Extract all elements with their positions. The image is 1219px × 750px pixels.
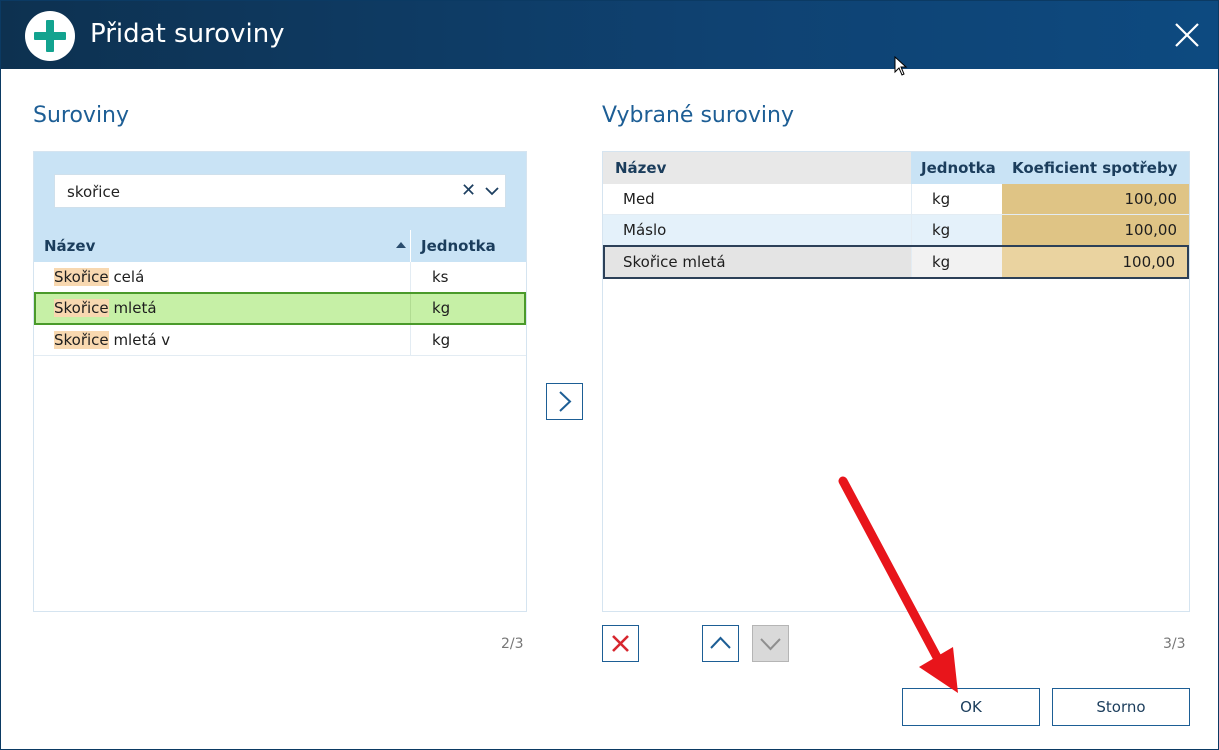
cancel-button[interactable]: Storno xyxy=(1052,688,1190,726)
column-header-unit[interactable]: Jednotka xyxy=(911,152,1002,184)
left-counter: 2/3 xyxy=(501,636,524,652)
row-name: Skořice mletá xyxy=(623,253,726,271)
delete-x-icon xyxy=(612,635,629,652)
row-unit: kg xyxy=(932,253,951,271)
clear-icon[interactable]: ✕ xyxy=(461,180,476,201)
plus-circle-icon xyxy=(25,11,75,61)
sort-ascending-icon xyxy=(396,242,406,248)
title-bar: Přidat suroviny xyxy=(1,1,1218,69)
item-unit: kg xyxy=(432,299,451,317)
right-counter: 3/3 xyxy=(1163,636,1186,652)
item-name: Skořice mletá v xyxy=(54,331,171,349)
selected-ingredients-panel: Název Jednotka Koeficient spotřeby Med k… xyxy=(602,151,1190,612)
row-unit: kg xyxy=(932,190,951,208)
list-item[interactable]: Skořice mletá v kg xyxy=(34,325,526,356)
ingredients-heading: Suroviny xyxy=(33,103,130,128)
ok-button[interactable]: OK xyxy=(902,688,1040,726)
row-name: Med xyxy=(623,190,655,208)
column-header-name[interactable]: Název xyxy=(615,159,666,177)
list-item-selected[interactable]: Skořice mletá kg xyxy=(34,292,526,325)
item-name: Skořice mletá xyxy=(54,299,157,317)
coefficient-cell[interactable]: 100,00 xyxy=(1002,215,1189,245)
ingredients-grid-header: Název Jednotka xyxy=(34,230,526,262)
column-header-name[interactable]: Název xyxy=(44,237,95,255)
close-button[interactable] xyxy=(1169,19,1205,53)
remove-button[interactable] xyxy=(602,625,639,662)
selected-grid-header: Název Jednotka Koeficient spotřeby xyxy=(603,152,1189,184)
chevron-up-icon xyxy=(710,636,731,649)
selected-ingredients-heading: Vybrané suroviny xyxy=(602,103,794,128)
row-name: Máslo xyxy=(623,221,667,239)
item-name: Skořice celá xyxy=(54,268,145,286)
chevron-down-icon xyxy=(760,638,781,651)
ingredients-list-panel: ✕ Název Jednotka Skořice celá ks Skořice… xyxy=(33,151,527,612)
column-header-coefficient[interactable]: Koeficient spotřeby xyxy=(1002,152,1189,184)
table-row[interactable]: Med kg 100,00 xyxy=(603,184,1189,215)
search-combobox[interactable]: ✕ xyxy=(54,174,506,208)
move-down-button[interactable] xyxy=(752,625,789,662)
dialog-title: Přidat suroviny xyxy=(90,19,285,49)
chevron-right-icon xyxy=(559,391,572,412)
item-unit: kg xyxy=(432,331,451,349)
row-unit: kg xyxy=(932,221,951,239)
coefficient-cell[interactable]: 100,00 xyxy=(1002,184,1189,214)
table-row-current[interactable]: Skořice mletá kg 100,00 xyxy=(603,245,1189,279)
column-header-unit[interactable]: Jednotka xyxy=(421,237,496,255)
chevron-down-icon[interactable] xyxy=(483,181,501,201)
add-selected-button[interactable] xyxy=(546,383,583,420)
search-area: ✕ xyxy=(34,152,526,230)
search-input[interactable] xyxy=(67,181,447,203)
close-icon xyxy=(1175,23,1199,47)
coefficient-cell[interactable]: 100,00 xyxy=(1002,247,1187,277)
table-row[interactable]: Máslo kg 100,00 xyxy=(603,215,1189,246)
move-up-button[interactable] xyxy=(702,625,739,662)
item-unit: ks xyxy=(432,268,449,286)
list-item[interactable]: Skořice celá ks xyxy=(34,262,526,293)
add-ingredients-dialog: Přidat suroviny Suroviny ✕ Název Jednotk… xyxy=(0,0,1219,750)
